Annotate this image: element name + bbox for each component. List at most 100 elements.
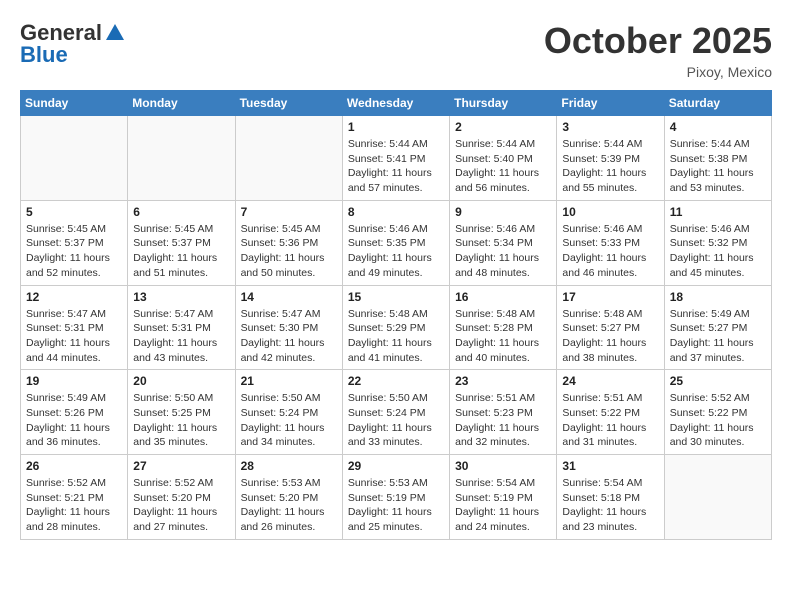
day-number: 5	[26, 205, 122, 219]
calendar-cell	[128, 116, 235, 201]
day-number: 27	[133, 459, 229, 473]
calendar-cell: 7Sunrise: 5:45 AM Sunset: 5:36 PM Daylig…	[235, 200, 342, 285]
day-number: 26	[26, 459, 122, 473]
day-number: 19	[26, 374, 122, 388]
calendar-cell	[235, 116, 342, 201]
day-number: 7	[241, 205, 337, 219]
day-number: 30	[455, 459, 551, 473]
day-info: Sunrise: 5:54 AM Sunset: 5:18 PM Dayligh…	[562, 476, 658, 535]
day-info: Sunrise: 5:44 AM Sunset: 5:39 PM Dayligh…	[562, 137, 658, 196]
day-info: Sunrise: 5:46 AM Sunset: 5:32 PM Dayligh…	[670, 222, 766, 281]
day-number: 14	[241, 290, 337, 304]
day-info: Sunrise: 5:52 AM Sunset: 5:20 PM Dayligh…	[133, 476, 229, 535]
day-number: 31	[562, 459, 658, 473]
header-friday: Friday	[557, 91, 664, 116]
day-info: Sunrise: 5:50 AM Sunset: 5:25 PM Dayligh…	[133, 391, 229, 450]
calendar-week-row: 5 Sunrise: 5:45 AM Sunset: 5:37 PM Daylig…	[21, 200, 772, 285]
day-info: Sunrise: 5:49 AM Sunset: 5:27 PM Dayligh…	[670, 307, 766, 366]
day-number: 6	[133, 205, 229, 219]
header-thursday: Thursday	[450, 91, 557, 116]
calendar-cell: 16Sunrise: 5:48 AM Sunset: 5:28 PM Dayli…	[450, 285, 557, 370]
page-header: General Blue October 2025 Pixoy, Mexico	[20, 20, 772, 80]
calendar-week-row: 12 Sunrise: 5:47 AM Sunset: 5:31 PM Dayli…	[21, 285, 772, 370]
day-number: 25	[670, 374, 766, 388]
calendar-cell: 28 Sunrise: 5:53 AM Sunset: 5:20 PM Dayli…	[235, 455, 342, 540]
day-number: 18	[670, 290, 766, 304]
day-info: Sunrise: 5:48 AM Sunset: 5:27 PM Dayligh…	[562, 307, 658, 366]
day-number: 24	[562, 374, 658, 388]
day-info: Sunrise: 5:52 AM Sunset: 5:21 PM Dayligh…	[26, 476, 122, 535]
calendar-cell: 9Sunrise: 5:46 AM Sunset: 5:34 PM Daylig…	[450, 200, 557, 285]
header-tuesday: Tuesday	[235, 91, 342, 116]
day-number: 22	[348, 374, 444, 388]
calendar-cell: 19Sunrise: 5:49 AM Sunset: 5:26 PM Dayli…	[21, 370, 128, 455]
calendar-cell: 20 Sunrise: 5:50 AM Sunset: 5:25 PM Dayli…	[128, 370, 235, 455]
calendar-cell: 13 Sunrise: 5:47 AM Sunset: 5:31 PM Dayli…	[128, 285, 235, 370]
calendar-cell: 6Sunrise: 5:45 AM Sunset: 5:37 PM Daylig…	[128, 200, 235, 285]
calendar-cell: 31 Sunrise: 5:54 AM Sunset: 5:18 PM Dayli…	[557, 455, 664, 540]
day-number: 11	[670, 205, 766, 219]
calendar-week-row: 1 Sunrise: 5:44 AM Sunset: 5:41 PM Daylig…	[21, 116, 772, 201]
calendar-cell: 12 Sunrise: 5:47 AM Sunset: 5:31 PM Dayli…	[21, 285, 128, 370]
day-number: 17	[562, 290, 658, 304]
day-number: 20	[133, 374, 229, 388]
calendar-cell: 23Sunrise: 5:51 AM Sunset: 5:23 PM Dayli…	[450, 370, 557, 455]
calendar-cell: 30Sunrise: 5:54 AM Sunset: 5:19 PM Dayli…	[450, 455, 557, 540]
calendar-cell: 1 Sunrise: 5:44 AM Sunset: 5:41 PM Daylig…	[342, 116, 449, 201]
month-title: October 2025	[544, 20, 772, 62]
calendar-week-row: 19Sunrise: 5:49 AM Sunset: 5:26 PM Dayli…	[21, 370, 772, 455]
header-monday: Monday	[128, 91, 235, 116]
calendar-cell: 10 Sunrise: 5:46 AM Sunset: 5:33 PM Dayli…	[557, 200, 664, 285]
day-info: Sunrise: 5:47 AM Sunset: 5:31 PM Dayligh…	[133, 307, 229, 366]
day-info: Sunrise: 5:47 AM Sunset: 5:30 PM Dayligh…	[241, 307, 337, 366]
day-info: Sunrise: 5:51 AM Sunset: 5:22 PM Dayligh…	[562, 391, 658, 450]
calendar-cell: 18 Sunrise: 5:49 AM Sunset: 5:27 PM Dayli…	[664, 285, 771, 370]
calendar-cell: 2 Sunrise: 5:44 AM Sunset: 5:40 PM Daylig…	[450, 116, 557, 201]
day-info: Sunrise: 5:46 AM Sunset: 5:35 PM Dayligh…	[348, 222, 444, 281]
day-number: 4	[670, 120, 766, 134]
day-info: Sunrise: 5:46 AM Sunset: 5:33 PM Dayligh…	[562, 222, 658, 281]
header-wednesday: Wednesday	[342, 91, 449, 116]
day-info: Sunrise: 5:44 AM Sunset: 5:40 PM Dayligh…	[455, 137, 551, 196]
calendar-cell: 14 Sunrise: 5:47 AM Sunset: 5:30 PM Dayli…	[235, 285, 342, 370]
day-number: 10	[562, 205, 658, 219]
calendar-cell: 29Sunrise: 5:53 AM Sunset: 5:19 PM Dayli…	[342, 455, 449, 540]
day-number: 21	[241, 374, 337, 388]
day-info: Sunrise: 5:53 AM Sunset: 5:20 PM Dayligh…	[241, 476, 337, 535]
calendar-cell: 25Sunrise: 5:52 AM Sunset: 5:22 PM Dayli…	[664, 370, 771, 455]
day-number: 29	[348, 459, 444, 473]
day-info: Sunrise: 5:48 AM Sunset: 5:29 PM Dayligh…	[348, 307, 444, 366]
day-number: 28	[241, 459, 337, 473]
day-number: 1	[348, 120, 444, 134]
calendar-cell: 21 Sunrise: 5:50 AM Sunset: 5:24 PM Dayli…	[235, 370, 342, 455]
calendar-cell: 22Sunrise: 5:50 AM Sunset: 5:24 PM Dayli…	[342, 370, 449, 455]
calendar-cell: 4Sunrise: 5:44 AM Sunset: 5:38 PM Daylig…	[664, 116, 771, 201]
weekday-header-row: Sunday Monday Tuesday Wednesday Thursday…	[21, 91, 772, 116]
day-info: Sunrise: 5:50 AM Sunset: 5:24 PM Dayligh…	[241, 391, 337, 450]
calendar-cell: 26 Sunrise: 5:52 AM Sunset: 5:21 PM Dayli…	[21, 455, 128, 540]
header-sunday: Sunday	[21, 91, 128, 116]
day-info: Sunrise: 5:46 AM Sunset: 5:34 PM Dayligh…	[455, 222, 551, 281]
day-info: Sunrise: 5:44 AM Sunset: 5:41 PM Dayligh…	[348, 137, 444, 196]
calendar-cell	[664, 455, 771, 540]
calendar-week-row: 26 Sunrise: 5:52 AM Sunset: 5:21 PM Dayli…	[21, 455, 772, 540]
day-number: 13	[133, 290, 229, 304]
calendar-cell	[21, 116, 128, 201]
header-saturday: Saturday	[664, 91, 771, 116]
day-info: Sunrise: 5:51 AM Sunset: 5:23 PM Dayligh…	[455, 391, 551, 450]
title-block: October 2025 Pixoy, Mexico	[544, 20, 772, 80]
calendar-cell: 5 Sunrise: 5:45 AM Sunset: 5:37 PM Daylig…	[21, 200, 128, 285]
day-number: 12	[26, 290, 122, 304]
calendar-cell: 17 Sunrise: 5:48 AM Sunset: 5:27 PM Dayli…	[557, 285, 664, 370]
day-number: 3	[562, 120, 658, 134]
day-number: 2	[455, 120, 551, 134]
day-info: Sunrise: 5:47 AM Sunset: 5:31 PM Dayligh…	[26, 307, 122, 366]
day-info: Sunrise: 5:48 AM Sunset: 5:28 PM Dayligh…	[455, 307, 551, 366]
location: Pixoy, Mexico	[544, 64, 772, 80]
calendar-cell: 11 Sunrise: 5:46 AM Sunset: 5:32 PM Dayli…	[664, 200, 771, 285]
calendar-cell: 8Sunrise: 5:46 AM Sunset: 5:35 PM Daylig…	[342, 200, 449, 285]
calendar-cell: 24 Sunrise: 5:51 AM Sunset: 5:22 PM Dayli…	[557, 370, 664, 455]
day-info: Sunrise: 5:45 AM Sunset: 5:37 PM Dayligh…	[26, 222, 122, 281]
day-number: 15	[348, 290, 444, 304]
calendar-table: Sunday Monday Tuesday Wednesday Thursday…	[20, 90, 772, 540]
